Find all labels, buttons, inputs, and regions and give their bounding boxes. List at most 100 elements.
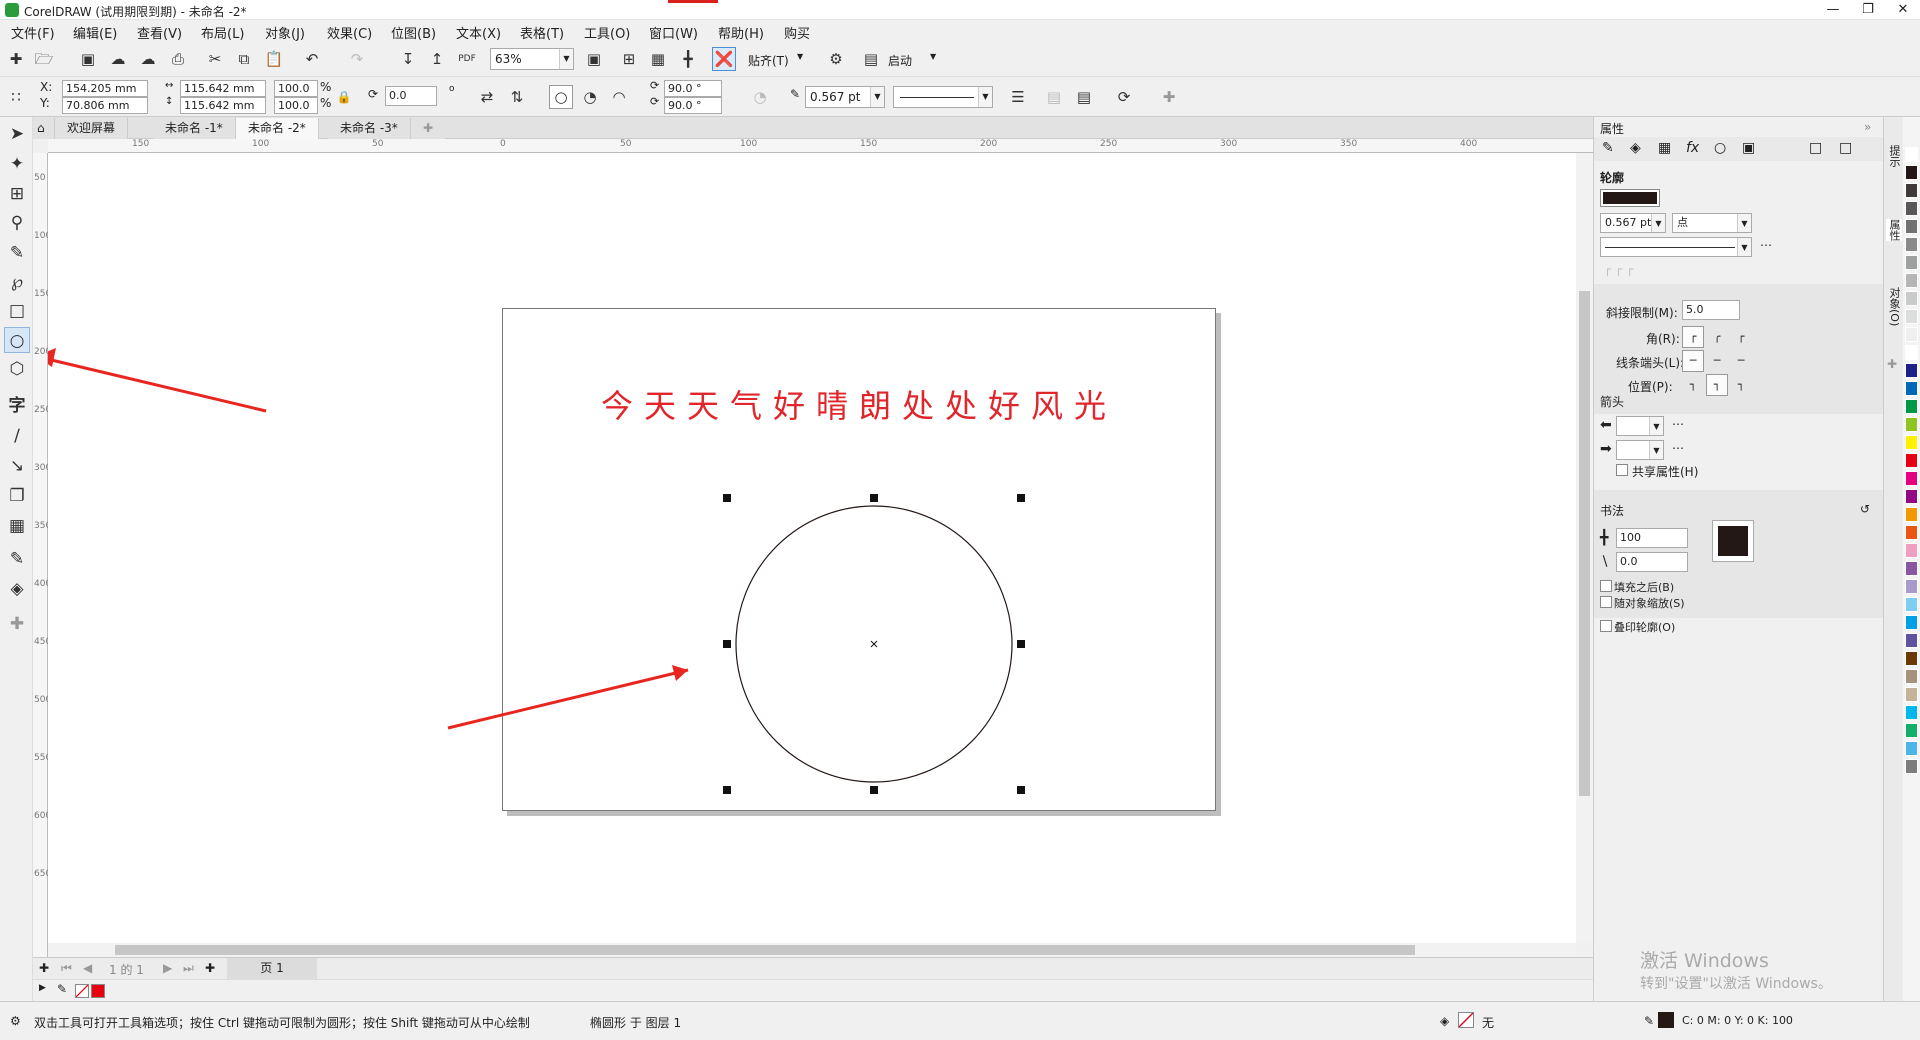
show-grid-icon[interactable]: ▦ — [646, 47, 670, 71]
undo-icon[interactable]: ↶ — [300, 47, 324, 71]
arc-mode-icon[interactable]: ◠ — [607, 85, 631, 109]
scale-with-object-checkbox[interactable] — [1600, 596, 1612, 608]
image-tab-icon[interactable]: ▣ — [1742, 140, 1755, 156]
centered-outline-icon[interactable]: ┐ — [1706, 374, 1728, 396]
line-style-dropdown[interactable]: ▼ — [893, 86, 993, 108]
menu-help[interactable]: 帮助(H) — [718, 23, 764, 42]
cloud-upload-icon[interactable]: ☁ — [136, 47, 160, 71]
eyedropper-tool-icon[interactable]: ✎ — [4, 546, 30, 572]
palette-swatch[interactable] — [1905, 759, 1918, 774]
arrow-start-select[interactable]: ▼ — [1616, 416, 1664, 436]
end-angle-field[interactable]: 90.0 ° — [664, 97, 722, 114]
vertical-scroll-thumb[interactable] — [1579, 291, 1590, 796]
menu-table[interactable]: 表格(T) — [520, 23, 564, 42]
add-page-icon[interactable]: ✚ — [39, 961, 49, 975]
to-front-icon[interactable]: ▤ — [1072, 85, 1096, 109]
palette-swatch[interactable] — [1905, 633, 1918, 648]
convert-to-curves-icon[interactable]: ⟳ — [1112, 85, 1136, 109]
x-position-field[interactable]: 154.205 mm — [62, 80, 148, 97]
bevel-corner-icon[interactable]: ┌ — [1730, 326, 1752, 348]
outline-unit-select[interactable]: 点 ▼ — [1672, 213, 1752, 233]
palette-eyedropper-icon[interactable]: ✎ — [57, 982, 67, 996]
palette-swatch[interactable] — [1905, 435, 1918, 450]
outside-outline-icon[interactable]: ┐ — [1682, 374, 1704, 396]
palette-swatch[interactable] — [1905, 201, 1918, 216]
transparency-tool-icon[interactable]: ▦ — [4, 513, 30, 539]
selection-handle[interactable] — [723, 494, 731, 502]
panel-collapse-icon[interactable]: » — [1864, 120, 1871, 134]
menu-window[interactable]: 窗口(W) — [649, 23, 698, 42]
menu-file[interactable]: 文件(F) — [11, 23, 55, 42]
show-guidelines-icon[interactable]: ╋ — [676, 47, 700, 71]
arrow-end-more-icon[interactable]: ⋯ — [1672, 441, 1684, 455]
palette-swatch[interactable] — [1905, 255, 1918, 270]
palette-swatch[interactable] — [1905, 327, 1918, 342]
restore-icon[interactable]: ❐ — [1855, 1, 1881, 19]
tab-untitled-1[interactable]: 未命名 -1* — [153, 118, 236, 139]
palette-swatch[interactable] — [1905, 669, 1918, 684]
full-screen-icon[interactable]: ▣ — [582, 47, 606, 71]
height-field[interactable]: 115.642 mm — [180, 97, 266, 114]
palette-swatch[interactable] — [1905, 651, 1918, 666]
reset-icon[interactable]: ↺ — [1860, 502, 1870, 516]
paste-icon[interactable]: 📋 — [262, 47, 286, 71]
palette-swatch[interactable] — [1905, 183, 1918, 198]
launch-dropdown[interactable]: 启动 — [888, 52, 912, 69]
copy-icon[interactable]: ⧉ — [232, 47, 256, 71]
outline-color-swatch[interactable] — [1658, 1012, 1674, 1028]
palette-swatch[interactable] — [1905, 705, 1918, 720]
rectangle-tool-icon[interactable]: □ — [4, 298, 30, 324]
selection-handle[interactable] — [1017, 786, 1025, 794]
interactive-fill-icon[interactable]: ◈ — [4, 576, 30, 602]
palette-swatch[interactable] — [1905, 363, 1918, 378]
launch-chevron-icon[interactable]: ▼ — [930, 52, 936, 61]
palette-swatch[interactable] — [1905, 723, 1918, 738]
snap-to-dropdown[interactable]: 贴齐(T) — [748, 52, 789, 69]
palette-swatch[interactable] — [1905, 345, 1918, 360]
crop-tool-icon[interactable]: ⊞ — [4, 181, 30, 207]
more-options-icon[interactable]: ⋯ — [1760, 238, 1772, 252]
menu-tools[interactable]: 工具(O) — [584, 23, 630, 42]
mirror-horizontal-icon[interactable]: ⇄ — [475, 85, 499, 109]
width-field[interactable]: 115.642 mm — [180, 80, 266, 97]
selection-handle[interactable] — [1017, 640, 1025, 648]
object-origin-icon[interactable]: ∷ — [4, 85, 28, 109]
arrow-start-more-icon[interactable]: ⋯ — [1672, 417, 1684, 431]
palette-swatch[interactable] — [1905, 291, 1918, 306]
lock-ratio-icon[interactable]: 🔒 — [332, 85, 356, 109]
print-icon[interactable]: ⎙ — [166, 47, 190, 71]
palette-swatch[interactable] — [1905, 471, 1918, 486]
export-icon[interactable]: ↥ — [425, 47, 449, 71]
stretch-field[interactable]: 100 — [1616, 528, 1688, 548]
new-window-icon[interactable]: □ — [1839, 140, 1852, 156]
rotation-field[interactable]: 0.0 — [385, 86, 437, 106]
nib-angle-field[interactable]: 0.0 — [1616, 552, 1688, 572]
snap-off-icon[interactable]: ❌ — [712, 47, 736, 71]
text-tool-icon[interactable]: 字 — [4, 393, 30, 419]
zoom-tool-icon[interactable]: ⚲ — [4, 210, 30, 236]
horizontal-ruler[interactable]: 150 100 50 0 50 100 150 200 250 300 350 … — [48, 139, 1593, 153]
ellipse-tool-icon[interactable]: ○ — [4, 327, 30, 353]
import-icon[interactable]: ↧ — [396, 47, 420, 71]
options-gear-icon[interactable]: ⚙ — [824, 47, 848, 71]
horizontal-scrollbar[interactable] — [48, 943, 1576, 957]
shape-tool-icon[interactable]: ✦ — [4, 151, 30, 177]
fill-tab-icon[interactable]: ◈ — [1630, 140, 1641, 156]
show-rulers-icon[interactable]: ⊞ — [617, 47, 641, 71]
new-document-icon[interactable]: ✚ — [4, 47, 28, 71]
docker-tab-properties[interactable]: 属性 — [1886, 219, 1902, 241]
mirror-vertical-icon[interactable]: ⇅ — [505, 85, 529, 109]
fill-behind-checkbox[interactable] — [1600, 580, 1612, 592]
share-attributes-checkbox[interactable] — [1616, 464, 1628, 476]
vertical-scrollbar[interactable] — [1576, 153, 1593, 943]
palette-swatch[interactable] — [1905, 579, 1918, 594]
scale-height-field[interactable]: 100.0 — [274, 97, 318, 114]
square-cap-icon[interactable]: ─ — [1730, 350, 1752, 372]
selection-handle[interactable] — [870, 494, 878, 502]
palette-swatch[interactable] — [1905, 381, 1918, 396]
menu-edit[interactable]: 编辑(E) — [73, 23, 117, 42]
menu-effects[interactable]: 效果(C) — [327, 23, 372, 42]
pdf-export-icon[interactable]: PDF — [455, 47, 479, 71]
ellipse-tab-icon[interactable]: ○ — [1714, 140, 1726, 156]
outline-color-picker[interactable] — [1600, 189, 1660, 207]
